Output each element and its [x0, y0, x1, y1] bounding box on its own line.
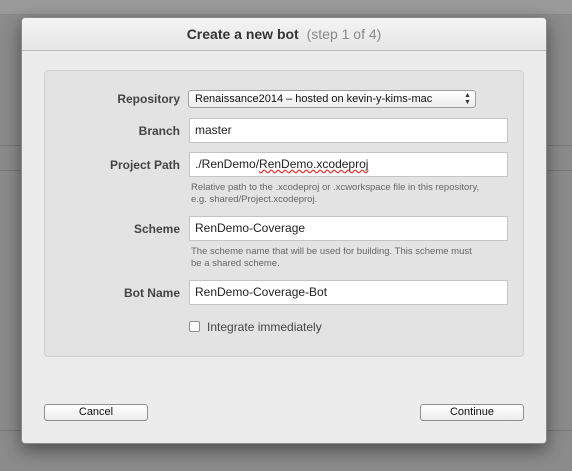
- project-path-help: Relative path to the .xcodeproj or .xcwo…: [191, 182, 480, 205]
- continue-button[interactable]: Continue: [420, 404, 524, 421]
- integrate-immediately-checkbox[interactable]: [189, 321, 200, 332]
- project-path-label: Project Path: [109, 158, 180, 172]
- branch-field[interactable]: master: [189, 118, 508, 143]
- project-path-prefix: ./RenDemo/: [195, 157, 260, 171]
- repository-popup[interactable]: Renaissance2014 – hosted on kevin-y-kims…: [188, 90, 476, 108]
- background-window: [0, 0, 572, 14]
- repository-label: Repository: [117, 92, 180, 106]
- bot-name-field[interactable]: RenDemo-Coverage-Bot: [189, 280, 508, 305]
- repository-popup-value: Renaissance2014 – hosted on kevin-y-kims…: [195, 93, 433, 105]
- integrate-immediately-label: Integrate immediately: [207, 320, 322, 334]
- cancel-button[interactable]: Cancel: [44, 404, 148, 421]
- scheme-label: Scheme: [133, 222, 180, 236]
- branch-label: Branch: [138, 124, 180, 138]
- sheet-titlebar: Create a new bot (step 1 of 4): [22, 18, 546, 51]
- scheme-help: The scheme name that will be used for bu…: [191, 246, 472, 269]
- branch-field-value: master: [195, 123, 232, 137]
- project-path-field[interactable]: ./RenDemo/RenDemo.xcodeproj: [189, 152, 508, 177]
- step-indicator: (step 1 of 4): [306, 26, 382, 42]
- scheme-field[interactable]: RenDemo-Coverage: [189, 216, 508, 241]
- scheme-field-value: RenDemo-Coverage: [195, 221, 306, 235]
- create-bot-sheet: Create a new bot (step 1 of 4) Repositor…: [21, 17, 547, 444]
- project-path-filename: RenDemo.xcodeproj: [259, 157, 369, 171]
- bot-name-field-value: RenDemo-Coverage-Bot: [195, 285, 328, 299]
- bot-name-label: Bot Name: [123, 286, 180, 300]
- up-down-chevron-icon: ▲ ▼: [463, 92, 472, 106]
- sheet-title: Create a new bot: [186, 26, 299, 42]
- bot-settings-panel: Repository Renaissance2014 – hosted on k…: [44, 70, 524, 357]
